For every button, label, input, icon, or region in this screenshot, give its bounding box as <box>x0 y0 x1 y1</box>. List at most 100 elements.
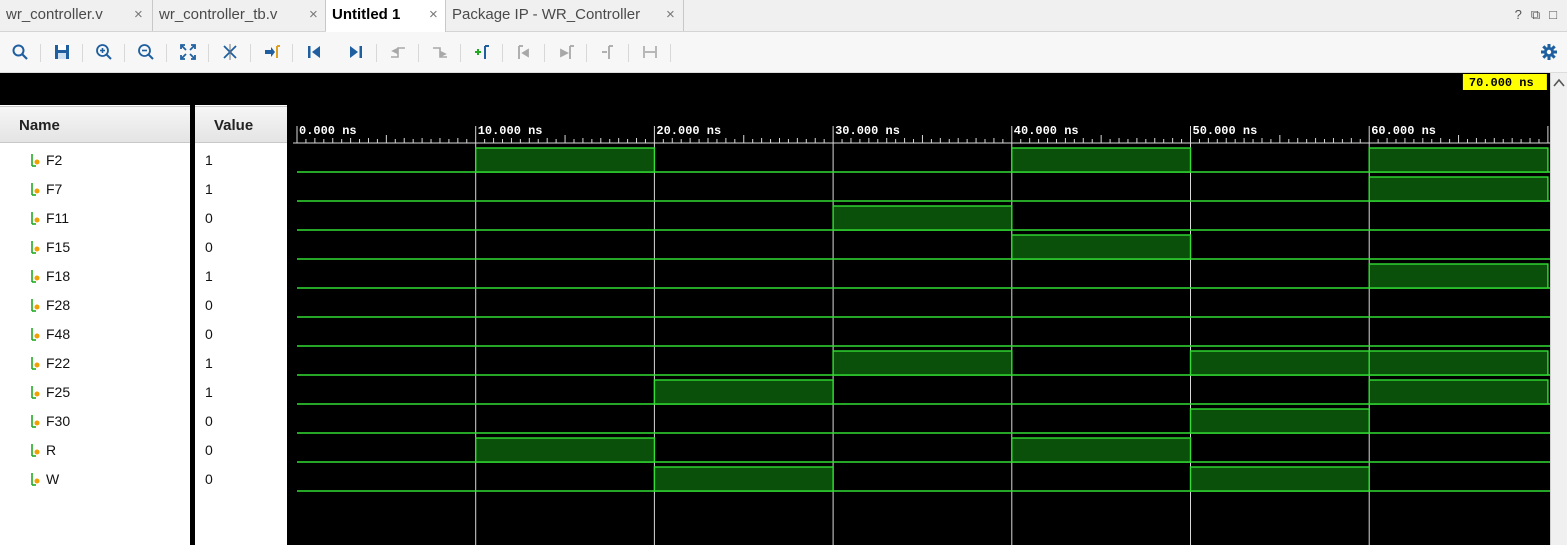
signal-value-row[interactable]: 1 <box>195 378 287 407</box>
signal-value-row[interactable]: 0 <box>195 233 287 262</box>
time-tick-label: 10.000 ns <box>478 124 543 138</box>
signal-row[interactable]: F2 <box>0 146 190 175</box>
time-tick-label: 60.000 ns <box>1371 124 1436 138</box>
go-to-cursor-icon[interactable] <box>261 41 283 63</box>
value-column-header[interactable]: Value <box>195 106 287 143</box>
signal-row[interactable]: R <box>0 436 190 465</box>
signal-value-row[interactable]: 0 <box>195 320 287 349</box>
toolbar-separator <box>544 44 545 62</box>
signal-row[interactable]: F28 <box>0 291 190 320</box>
go-to-time-0-icon[interactable] <box>303 41 325 63</box>
close-icon[interactable]: × <box>666 6 675 23</box>
signal-row[interactable]: F18 <box>0 262 190 291</box>
signal-row[interactable]: F48 <box>0 320 190 349</box>
scroll-up-icon[interactable] <box>1551 76 1567 90</box>
toolbar-separator <box>502 44 503 62</box>
tab-untitled-1[interactable]: Untitled 1 × <box>326 0 446 32</box>
vertical-scrollbar[interactable] <box>1550 73 1567 545</box>
name-column-header[interactable]: Name <box>0 106 190 143</box>
signal-value: 1 <box>205 152 213 168</box>
zoom-fit-icon[interactable] <box>177 41 199 63</box>
signal-name: R <box>46 442 57 458</box>
add-marker-icon[interactable] <box>471 41 493 63</box>
toolbar-separator <box>376 44 377 62</box>
toolbar-separator <box>586 44 587 62</box>
value-header-label: Value <box>214 117 254 134</box>
name-panel-spacer <box>0 73 190 105</box>
signal-value-row[interactable]: 0 <box>195 436 287 465</box>
help-icon[interactable]: ? <box>1515 7 1522 23</box>
go-to-last-time-icon[interactable] <box>345 41 367 63</box>
time-tick-label: 0.000 ns <box>299 124 357 138</box>
signal-wave-high <box>1368 263 1549 289</box>
previous-marker-icon[interactable] <box>513 41 535 63</box>
signal-row[interactable]: F25 <box>0 378 190 407</box>
signal-name: F22 <box>46 355 71 371</box>
signal-wave-high <box>1189 408 1370 434</box>
signal-row[interactable]: F7 <box>0 175 190 204</box>
gear-icon[interactable] <box>1538 41 1560 63</box>
signal-value-row[interactable]: 0 <box>195 407 287 436</box>
signal-value: 0 <box>205 471 213 487</box>
signal-value-panel: Value 1 1 0 0 1 0 0 1 1 0 0 0 <box>195 73 287 545</box>
zoom-out-icon[interactable] <box>135 41 157 63</box>
tab-wr-controller-v[interactable]: wr_controller.v × <box>0 0 153 31</box>
signal-value-row[interactable]: 0 <box>195 291 287 320</box>
next-marker-icon[interactable] <box>555 41 577 63</box>
signal-row[interactable]: F22 <box>0 349 190 378</box>
tab-label: wr_controller_tb.v <box>159 6 278 23</box>
time-tick-label: 30.000 ns <box>835 124 900 138</box>
maximize-icon[interactable]: □ <box>1549 7 1557 23</box>
tab-label: Untitled 1 <box>332 6 401 23</box>
signal-wave-high <box>1368 147 1549 173</box>
toolbar-separator <box>628 44 629 62</box>
signal-value-row[interactable]: 1 <box>195 262 287 291</box>
signal-value-row[interactable]: 1 <box>195 175 287 204</box>
signal-name: F48 <box>46 326 71 342</box>
signal-icon <box>31 241 40 254</box>
waveform-toolbar <box>0 32 1567 73</box>
editor-tab-bar: wr_controller.v × wr_controller_tb.v × U… <box>0 0 1567 32</box>
cursor-time-label: 70.000 ns <box>1469 76 1534 90</box>
tab-package-ip[interactable]: Package IP - WR_Controller × <box>446 0 684 31</box>
signal-value-row[interactable]: 0 <box>195 204 287 233</box>
signal-value-row[interactable]: 1 <box>195 146 287 175</box>
toolbar-separator <box>124 44 125 62</box>
next-transition-icon[interactable] <box>429 41 451 63</box>
signal-row[interactable]: F30 <box>0 407 190 436</box>
signal-name: F2 <box>46 152 63 168</box>
signal-row[interactable]: F11 <box>0 204 190 233</box>
previous-transition-icon[interactable] <box>387 41 409 63</box>
zoom-in-icon[interactable] <box>93 41 115 63</box>
signal-icon <box>31 154 40 167</box>
waveform-canvas[interactable]: 70.000 ns 0.000 ns 10.000 ns 20.000 ns 30.00… <box>293 73 1550 545</box>
signal-wave-high <box>1368 379 1549 405</box>
close-icon[interactable]: × <box>134 6 143 23</box>
signal-wave-high <box>1189 466 1370 492</box>
zoom-to-cursor-icon[interactable] <box>219 41 241 63</box>
toolbar-separator <box>292 44 293 62</box>
restore-icon[interactable]: ⧉ <box>1531 7 1540 23</box>
signal-wave-high <box>832 350 1013 376</box>
swap-cursors-icon[interactable] <box>597 41 619 63</box>
close-icon[interactable]: × <box>309 6 318 23</box>
signal-name: F11 <box>46 210 70 226</box>
toolbar-separator <box>418 44 419 62</box>
fix-cursor-icon[interactable] <box>639 41 661 63</box>
signal-value: 0 <box>205 442 213 458</box>
signal-wave-high <box>474 437 656 463</box>
toolbar-separator <box>82 44 83 62</box>
signal-row[interactable]: F15 <box>0 233 190 262</box>
name-header-label: Name <box>19 117 60 134</box>
signal-value-row[interactable]: 1 <box>195 349 287 378</box>
tab-wr-controller-tb-v[interactable]: wr_controller_tb.v × <box>153 0 326 31</box>
signal-icon <box>31 357 40 370</box>
close-icon[interactable]: × <box>429 6 438 23</box>
search-icon[interactable] <box>9 41 31 63</box>
signal-value-row[interactable]: 0 <box>195 465 287 494</box>
signal-row[interactable]: W <box>0 465 190 494</box>
signal-name: F25 <box>46 384 71 400</box>
toolbar-separator <box>670 44 671 62</box>
signal-value: 0 <box>205 297 213 313</box>
save-icon[interactable] <box>51 41 73 63</box>
